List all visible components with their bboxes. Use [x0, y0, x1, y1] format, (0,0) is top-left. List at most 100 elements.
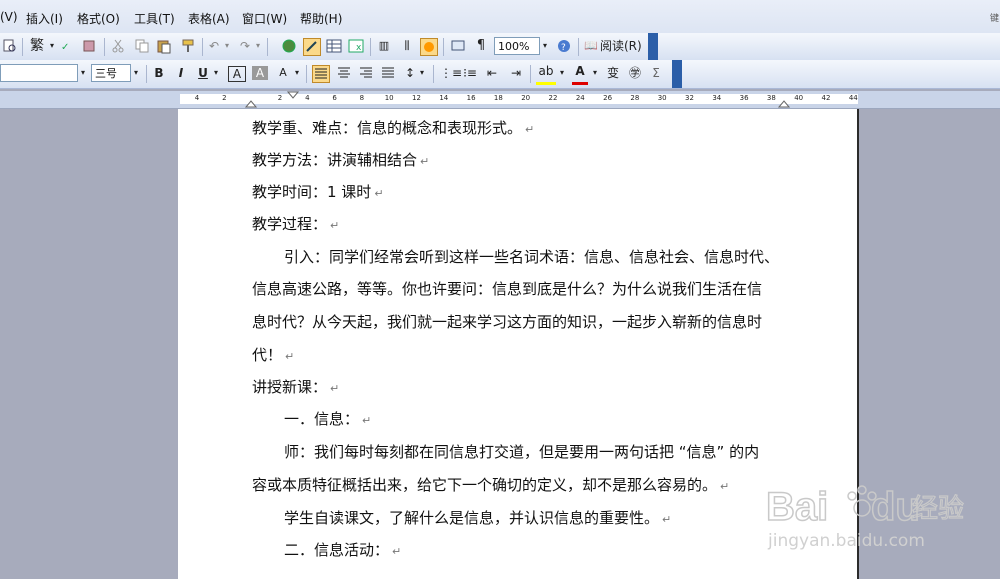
chevron-down-icon[interactable]: ▾ — [254, 37, 262, 55]
align-center-icon[interactable] — [336, 65, 352, 81]
right-indent-icon[interactable] — [778, 91, 790, 108]
bullets-icon[interactable]: ⁝≡ — [462, 64, 478, 82]
doc-line: 学生自读课文，了解什么是信息，并认识信息的重要性。 ↵ — [284, 509, 672, 527]
baidu-jingyan-watermark: Bai du 经验 jingyan.baidu.com — [765, 470, 986, 556]
ruler-tick-label: 14 — [439, 94, 449, 102]
toolbar-separator — [146, 65, 147, 83]
distributed-icon[interactable] — [380, 65, 396, 81]
insert-excel-icon[interactable]: x — [348, 38, 364, 54]
italic-button[interactable]: I — [174, 64, 188, 82]
tables-borders-icon[interactable] — [303, 38, 321, 56]
hyperlink-icon[interactable] — [281, 38, 297, 54]
doc-line: 容或本质特征概括出来，给它下一个确切的定义，却不是那么容易的。 ↵ — [252, 476, 730, 494]
toolbar-options-grip[interactable] — [648, 33, 658, 60]
cut-icon[interactable] — [110, 38, 126, 54]
chevron-down-icon[interactable]: ▾ — [212, 64, 220, 82]
ruler-tick-label: 16 — [466, 94, 476, 102]
toolbar-separator — [22, 38, 23, 56]
svg-text:✓: ✓ — [61, 42, 69, 53]
svg-text:Bai: Bai — [766, 485, 828, 529]
paragraph-mark-icon: ↵ — [720, 480, 730, 493]
first-line-indent-icon[interactable] — [287, 91, 299, 99]
char-shading-icon[interactable]: A — [252, 66, 268, 80]
menu-window[interactable]: 窗口(W) — [242, 10, 287, 27]
format-painter-icon[interactable] — [180, 38, 196, 54]
columns-icon[interactable]: ▥ — [375, 37, 393, 55]
doc-line: 教学时间：1 课时 ↵ — [252, 183, 384, 201]
paragraph-mark-icon: ↵ — [420, 155, 430, 168]
increase-indent-icon[interactable]: ⇥ — [508, 64, 524, 82]
char-border-icon[interactable]: A — [228, 66, 246, 82]
paragraph-mark-icon: ↵ — [285, 350, 295, 363]
toolbar-separator — [530, 65, 531, 83]
menu-format[interactable]: 格式(O) — [77, 10, 120, 27]
ruler-tick-label: 26 — [603, 94, 613, 102]
chevron-down-icon[interactable]: ▾ — [131, 64, 141, 82]
toolbar-separator — [443, 38, 444, 56]
line-spacing-icon[interactable]: ↕ — [402, 64, 418, 82]
toolbar-separator — [578, 38, 579, 56]
highlight-icon[interactable]: ab — [536, 64, 556, 85]
print-preview-icon[interactable] — [2, 38, 18, 54]
research-icon[interactable] — [82, 38, 98, 54]
paste-icon[interactable] — [156, 38, 172, 54]
enclose-char-icon[interactable]: ㊫ — [626, 64, 644, 82]
sigma-button[interactable]: Σ — [649, 64, 663, 82]
document-page[interactable]: 教学重、难点：信息的概念和表现形式。 ↵ 教学方法：讲演辅相结合 ↵ 教学时间：1 … — [178, 109, 859, 579]
menu-tools[interactable]: 工具(T) — [134, 10, 175, 27]
align-right-icon[interactable] — [358, 65, 374, 81]
spelling-icon[interactable]: ✓ — [60, 38, 76, 54]
char-scale-icon[interactable]: A — [274, 64, 292, 82]
doc-line: 教学方法：讲演辅相结合 ↵ — [252, 151, 430, 169]
menu-help[interactable]: 帮助(H) — [300, 10, 342, 27]
decrease-indent-icon[interactable]: ⇤ — [484, 64, 500, 82]
horizontal-ruler[interactable]: 4 2 2 4 6 8 10 12 14 16 18 20 22 24 26 28 30 32 34 36 38 40 42… — [0, 91, 1000, 109]
underline-button[interactable]: U — [196, 64, 210, 82]
phonetic-guide-icon[interactable]: 变 — [604, 64, 622, 82]
menu-insert[interactable]: 插入(I) — [26, 10, 63, 27]
doc-line: 师：我们每时每刻都在同信息打交道，但是要用一两句话把 “信息” 的内 — [284, 443, 760, 461]
chevron-down-icon[interactable]: ▾ — [48, 37, 56, 55]
insert-table-icon[interactable] — [326, 38, 342, 54]
ruler-tick-label: 4 — [305, 94, 310, 102]
formatting-toolbar: ▾ 三号 ▾ B I U ▾ A A A ▾ ↕ ▾ ⋮≡ ⁝≡ ⇤ ⇥ ab … — [0, 60, 1000, 89]
read-mode-button[interactable]: 阅读(R) — [600, 37, 644, 55]
undo-icon[interactable]: ↶ — [207, 37, 221, 55]
menu-view[interactable]: (V) — [0, 10, 18, 24]
chevron-down-icon[interactable]: ▾ — [223, 37, 231, 55]
document-map-icon[interactable] — [420, 38, 438, 56]
bold-button[interactable]: B — [152, 64, 166, 82]
toolbar-separator — [370, 38, 371, 56]
paragraph-mark-icon[interactable]: ¶ — [474, 37, 488, 55]
ruler-tick-label: 6 — [332, 94, 337, 102]
font-size-select[interactable]: 三号 — [91, 64, 131, 82]
chevron-down-icon[interactable]: ▾ — [78, 64, 88, 82]
align-justify-icon[interactable] — [312, 65, 330, 83]
chevron-down-icon[interactable]: ▾ — [418, 64, 426, 82]
copy-icon[interactable] — [134, 38, 150, 54]
traditional-chinese-button[interactable]: 繁 — [27, 37, 47, 55]
chevron-down-icon[interactable]: ▾ — [558, 64, 566, 82]
chevron-down-icon[interactable]: ▾ — [591, 64, 599, 82]
help-box-hint[interactable]: 键 — [990, 11, 999, 24]
menu-table[interactable]: 表格(A) — [188, 10, 230, 27]
chevron-down-icon[interactable]: ▾ — [293, 64, 301, 82]
indent-marker-icon[interactable] — [245, 91, 257, 108]
svg-text:经验: 经验 — [912, 494, 964, 524]
toolbar-options-grip[interactable] — [672, 60, 682, 88]
svg-text:?: ? — [561, 43, 566, 53]
font-color-icon[interactable]: A — [572, 64, 588, 85]
help-icon[interactable]: ? — [556, 38, 572, 54]
font-select[interactable] — [0, 64, 78, 82]
redo-icon[interactable]: ↷ — [238, 37, 252, 55]
doc-line: 教学重、难点：信息的概念和表现形式。 ↵ — [252, 119, 535, 137]
show-hide-icon[interactable] — [450, 38, 466, 54]
zoom-select[interactable]: 100% — [494, 37, 540, 55]
chevron-down-icon[interactable]: ▾ — [540, 37, 550, 55]
ruler-tick-label: 18 — [493, 94, 503, 102]
doc-line: 一．信息： ↵ — [284, 410, 372, 428]
numbering-icon[interactable]: ⋮≡ — [440, 64, 462, 82]
ruler-tick-label: 42 — [821, 94, 831, 102]
doc-line: 息时代？从今天起，我们就一起来学习这方面的知识，一起步入崭新的信息时 — [252, 313, 763, 331]
drawing-icon[interactable]: ⫼ — [398, 37, 416, 55]
